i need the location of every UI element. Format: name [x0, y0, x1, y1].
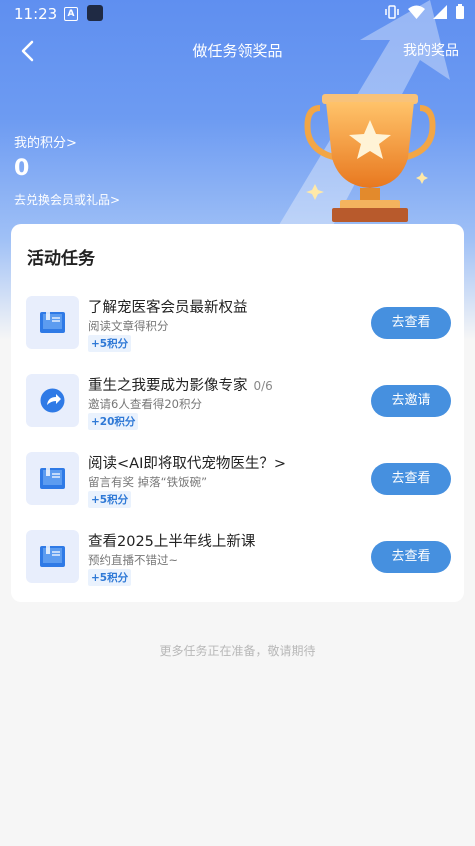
invite-button[interactable]: 去邀请 [371, 385, 451, 417]
redeem-link[interactable]: 去兑换会员或礼品> [14, 191, 120, 208]
notification-square-icon [87, 5, 103, 21]
reward-badge: +5积分 [88, 335, 132, 352]
task-item: 重生之我要成为影像专家 0/6 邀请6人查看得20积分 +20积分 去邀请 [26, 374, 451, 434]
reward-badge: +5积分 [88, 569, 132, 586]
activity-card: 活动任务 了解宠医客会员最新权益 阅读文章得积分 +5积分 去查看 重生之我要成… [11, 224, 464, 602]
reward-badge: +5积分 [88, 491, 132, 508]
book-icon [26, 530, 79, 583]
task-desc: 预约直播不错过~ [88, 553, 179, 567]
status-time: 11:23 [14, 5, 58, 23]
task-desc: 阅读文章得积分 [88, 319, 169, 333]
task-desc: 邀请6人查看得20积分 [88, 397, 202, 411]
points-value: 0 [14, 156, 30, 181]
my-points-link[interactable]: 我的积分> [14, 132, 77, 151]
view-button[interactable]: 去查看 [371, 541, 451, 573]
status-icons [384, 4, 465, 20]
task-desc: 留言有奖 掉落“铁饭碗” [88, 475, 208, 489]
task-progress: 0/6 [253, 379, 273, 393]
status-bar: 11:23 A [0, 0, 475, 28]
task-title: 查看2025上半年线上新课 [88, 534, 256, 550]
share-icon [26, 374, 79, 427]
view-button[interactable]: 去查看 [371, 463, 451, 495]
task-item: 了解宠医客会员最新权益 阅读文章得积分 +5积分 去查看 [26, 296, 451, 356]
battery-icon [456, 4, 464, 19]
task-title: 重生之我要成为影像专家 0/6 [88, 378, 273, 394]
nav-bar: 做任务领奖品 我的奖品 [0, 30, 475, 70]
notification-a-icon: A [64, 7, 78, 21]
task-item: 阅读<AI即将取代宠物医生？> 留言有奖 掉落“铁饭碗” +5积分 去查看 [26, 452, 451, 512]
reward-badge: +20积分 [88, 413, 139, 430]
task-title: 阅读<AI即将取代宠物医生？> [88, 456, 286, 472]
activity-title: 活动任务 [27, 249, 95, 269]
trophy-icon [304, 94, 436, 222]
view-button[interactable]: 去查看 [371, 307, 451, 339]
signal-icon [433, 5, 447, 19]
task-item: 查看2025上半年线上新课 预约直播不错过~ +5积分 去查看 [26, 530, 451, 590]
more-tasks-note: 更多任务正在准备，敬请期待 [159, 644, 316, 658]
book-icon [26, 296, 79, 349]
task-title: 了解宠医客会员最新权益 [88, 300, 248, 316]
book-icon [26, 452, 79, 505]
my-prizes-link[interactable]: 我的奖品 [403, 40, 459, 60]
vibrate-icon [385, 5, 399, 19]
wifi-icon [408, 5, 425, 19]
